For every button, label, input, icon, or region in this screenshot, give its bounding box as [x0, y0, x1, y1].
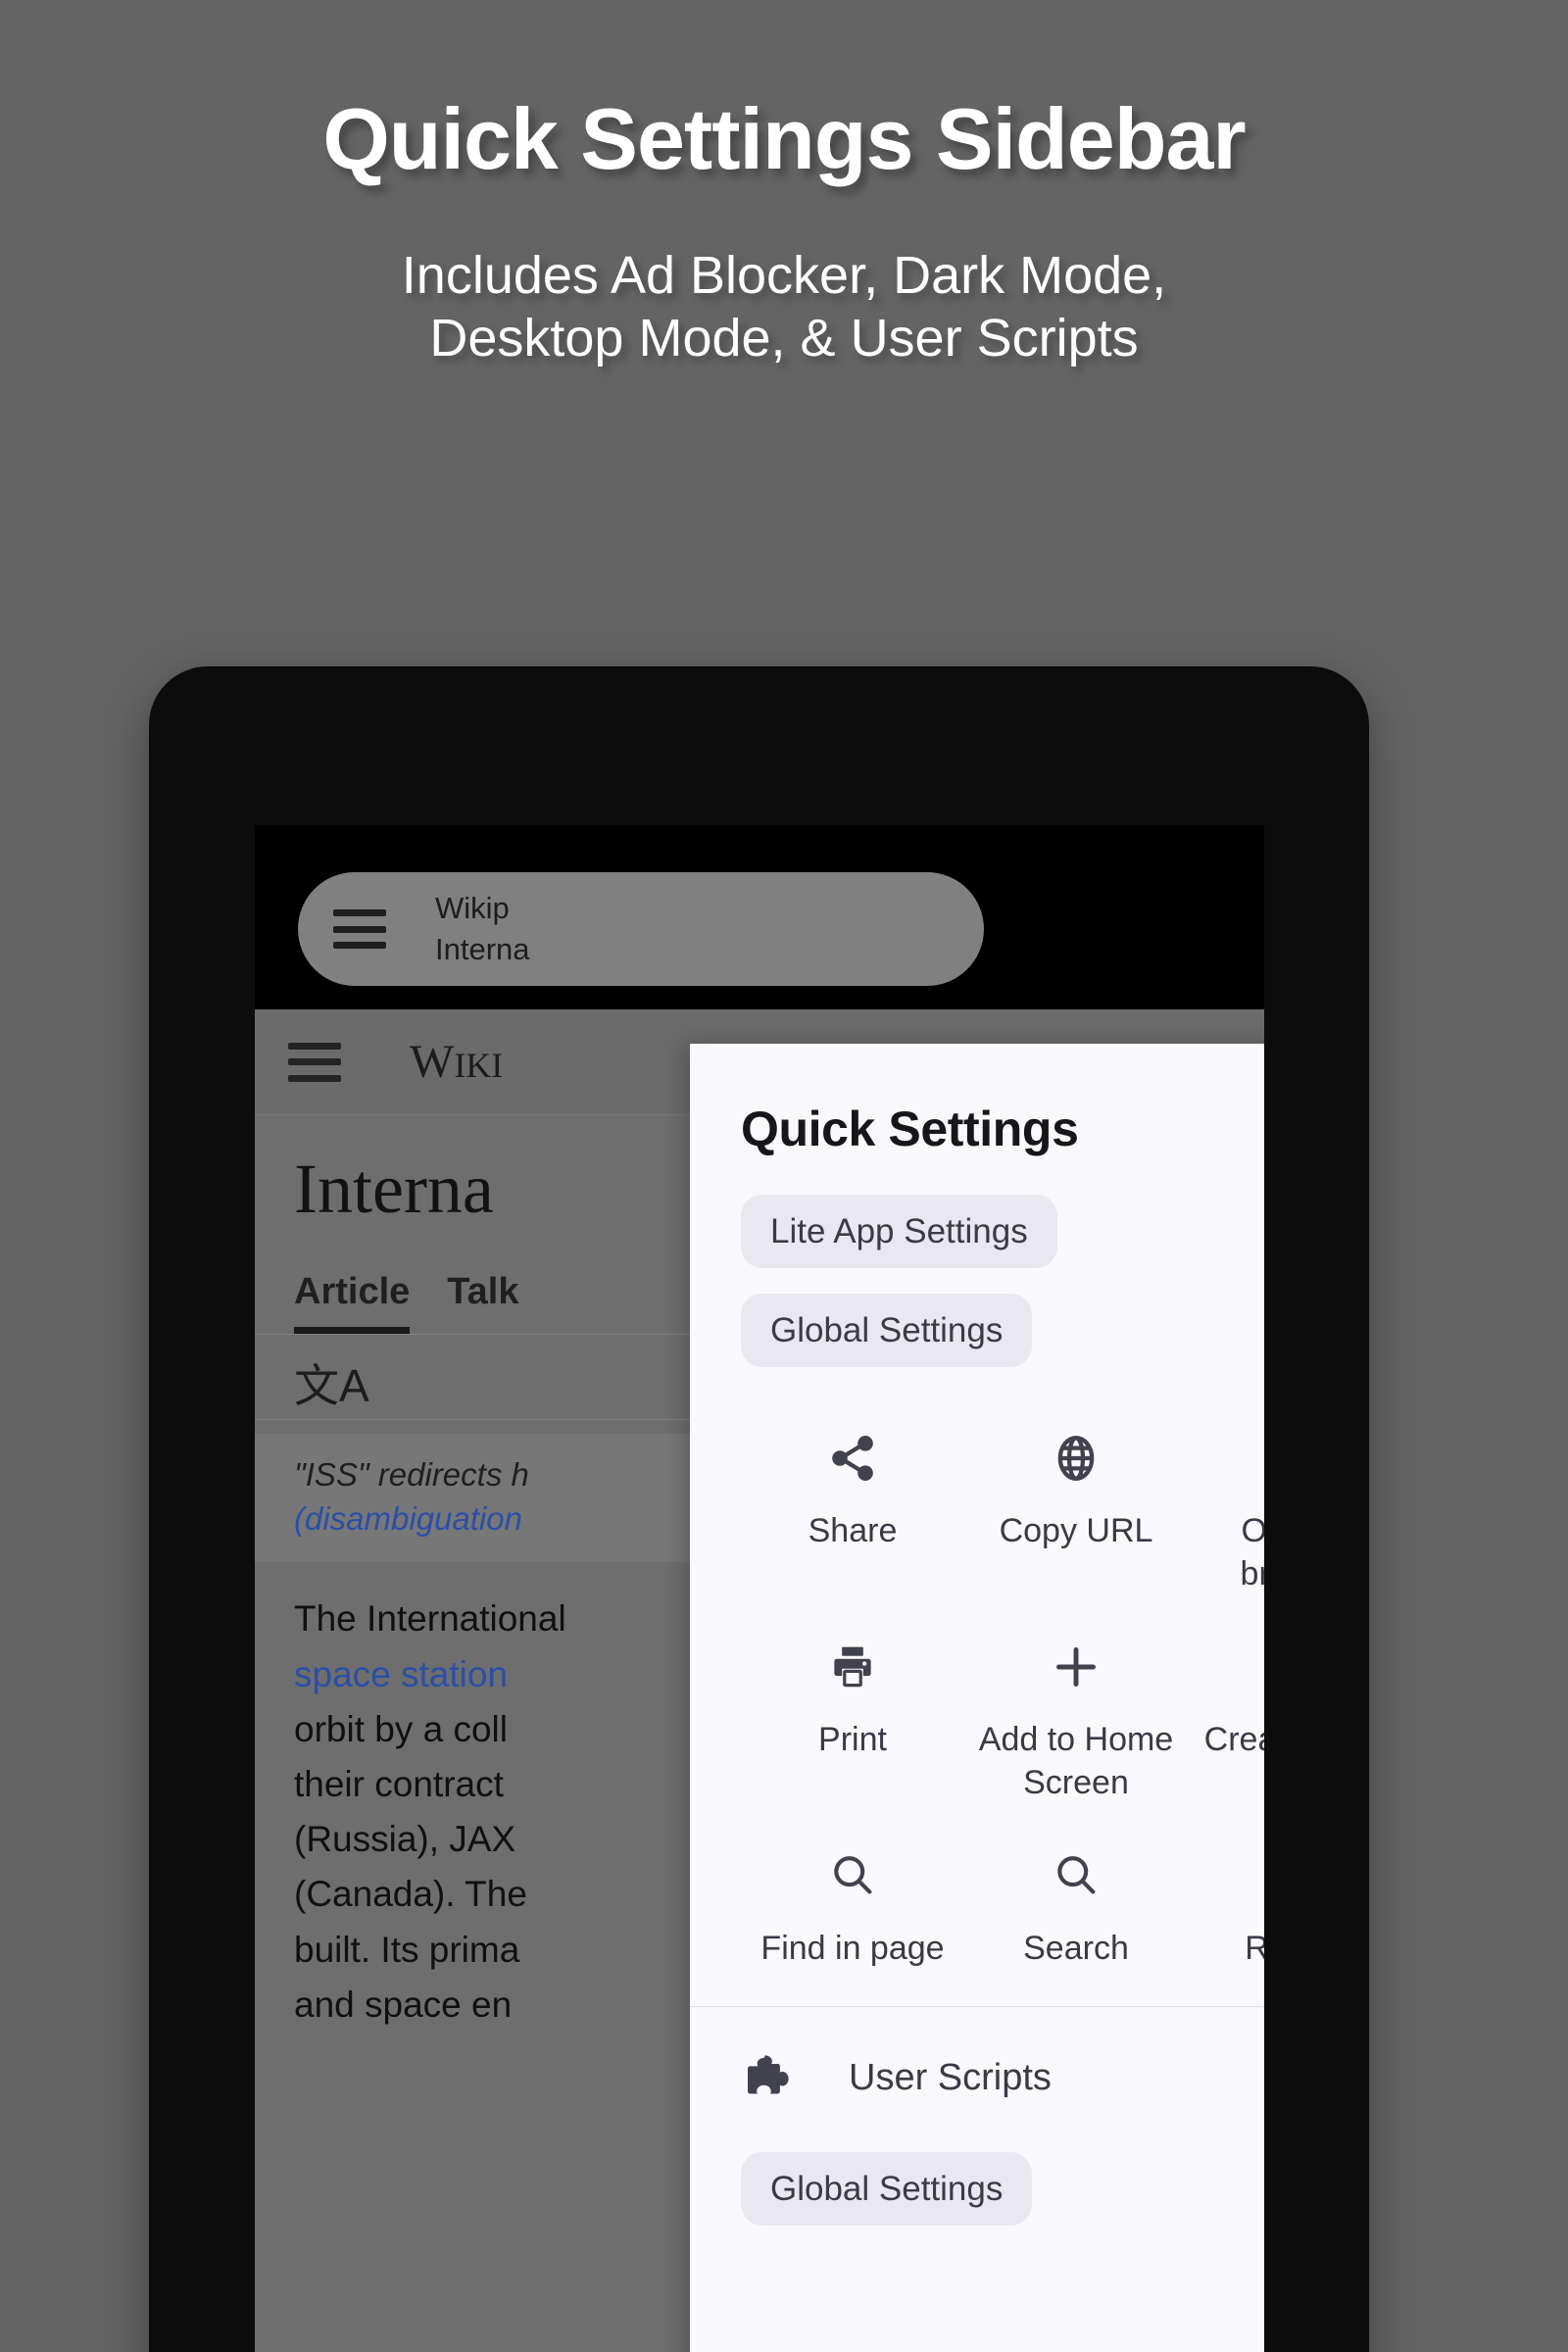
action-add-to-home-screen[interactable]: Add to Home Screen: [964, 1633, 1188, 1804]
browser-url-line-1: Wikip: [435, 891, 510, 926]
wiki-paragraph-line-2: orbit by a coll: [294, 1708, 508, 1749]
action-open-in-browser-label: Open in browser: [1240, 1512, 1264, 1592]
wiki-paragraph-line-7: and space en: [294, 1984, 513, 2025]
quick-settings-panel: Quick Settings Lite App Settings Global …: [690, 1044, 1264, 2352]
user-scripts-global-settings-button[interactable]: Global Settings: [741, 2151, 1033, 2226]
puzzle-piece-icon: [741, 2050, 798, 2107]
action-share-label: Share: [808, 1512, 898, 1549]
wiki-paragraph-line-0: The International: [294, 1598, 566, 1640]
browser-url-text: Wikip Interna: [435, 888, 530, 970]
wiki-paragraph-line-4: (Russia), JAX: [294, 1819, 516, 1860]
action-create-lite-app[interactable]: Create a Lite App: [1188, 1633, 1264, 1804]
action-find-in-page[interactable]: Find in page: [741, 1841, 964, 1971]
wiki-paragraph-line-1[interactable]: space station: [294, 1654, 508, 1694]
action-copy-url[interactable]: Copy URL: [964, 1424, 1188, 1595]
promo-subtitle-line-1: Includes Ad Blocker, Dark Mode,: [401, 246, 1167, 306]
wiki-tab-talk[interactable]: Talk: [447, 1271, 518, 1334]
print-icon: [827, 1637, 878, 1697]
user-scripts-header[interactable]: User Scripts: [741, 2042, 1264, 2115]
wiki-tab-article[interactable]: Article: [294, 1271, 411, 1335]
action-open-in-browser[interactable]: Open in browser: [1188, 1424, 1264, 1595]
action-share[interactable]: Share: [741, 1424, 964, 1595]
search-icon: [827, 1845, 878, 1906]
action-search-label: Search: [1023, 1930, 1129, 1968]
wiki-paragraph-line-6: built. Its prima: [294, 1929, 520, 1970]
action-print[interactable]: Print: [741, 1633, 964, 1804]
hamburger-menu-icon[interactable]: [333, 909, 386, 949]
phone-device-frame: Wikip Interna WIKI Interna Article Talk: [149, 666, 1369, 2352]
browser-url-bar[interactable]: Wikip Interna: [298, 872, 984, 986]
browser-url-line-2: Interna: [435, 932, 530, 966]
global-settings-button[interactable]: Global Settings: [741, 1294, 1033, 1367]
action-find-in-page-label: Find in page: [760, 1930, 945, 1968]
action-add-to-home-screen-label: Add to Home Screen: [978, 1721, 1174, 1801]
wiki-hatnote-line-1: "ISS" redirects h: [294, 1456, 529, 1494]
share-icon: [827, 1428, 878, 1489]
user-scripts-label: User Scripts: [849, 2057, 1052, 2099]
hamburger-menu-icon[interactable]: [288, 1042, 341, 1082]
action-reader-label: Reader: [1245, 1930, 1264, 1968]
promo-header: Quick Settings Sidebar Includes Ad Block…: [0, 0, 1568, 370]
phone-screen: Wikip Interna WIKI Interna Article Talk: [255, 825, 1264, 2352]
wiki-paragraph-line-3: their contract: [294, 1763, 504, 1804]
quick-settings-title: Quick Settings: [741, 1102, 1079, 1156]
action-reader[interactable]: Reader: [1188, 1841, 1264, 1971]
wiki-hatnote-link[interactable]: (disambiguation: [294, 1500, 522, 1537]
wikipedia-logo-w: W: [410, 1036, 455, 1088]
user-scripts-divider: [690, 2005, 1264, 2007]
action-print-label: Print: [818, 1721, 887, 1759]
promo-subtitle: Includes Ad Blocker, Dark Mode, Desktop …: [0, 245, 1568, 369]
search-icon: [1051, 1845, 1102, 1906]
wikipedia-logo[interactable]: WIKI: [410, 1035, 503, 1089]
wiki-paragraph-line-5: (Canada). The: [294, 1874, 527, 1915]
promo-title: Quick Settings Sidebar: [322, 90, 1246, 187]
browser-top-bar: Wikip Interna: [255, 825, 1264, 1009]
action-create-lite-app-label: Create a Lite App: [1203, 1721, 1264, 1759]
wikipedia-logo-rest: IKI: [454, 1046, 504, 1085]
quick-settings-action-grid: Share Copy URL O b Print Add to Home Scr…: [741, 1424, 1264, 1971]
action-search[interactable]: Search: [964, 1841, 1188, 1971]
promo-subtitle-line-2: Desktop Mode, & User Scripts: [429, 309, 1139, 368]
globe-icon: [1050, 1428, 1102, 1489]
plus-icon: [1049, 1637, 1103, 1697]
action-copy-url-label: Copy URL: [999, 1512, 1153, 1549]
lite-app-settings-button[interactable]: Lite App Settings: [741, 1195, 1057, 1268]
